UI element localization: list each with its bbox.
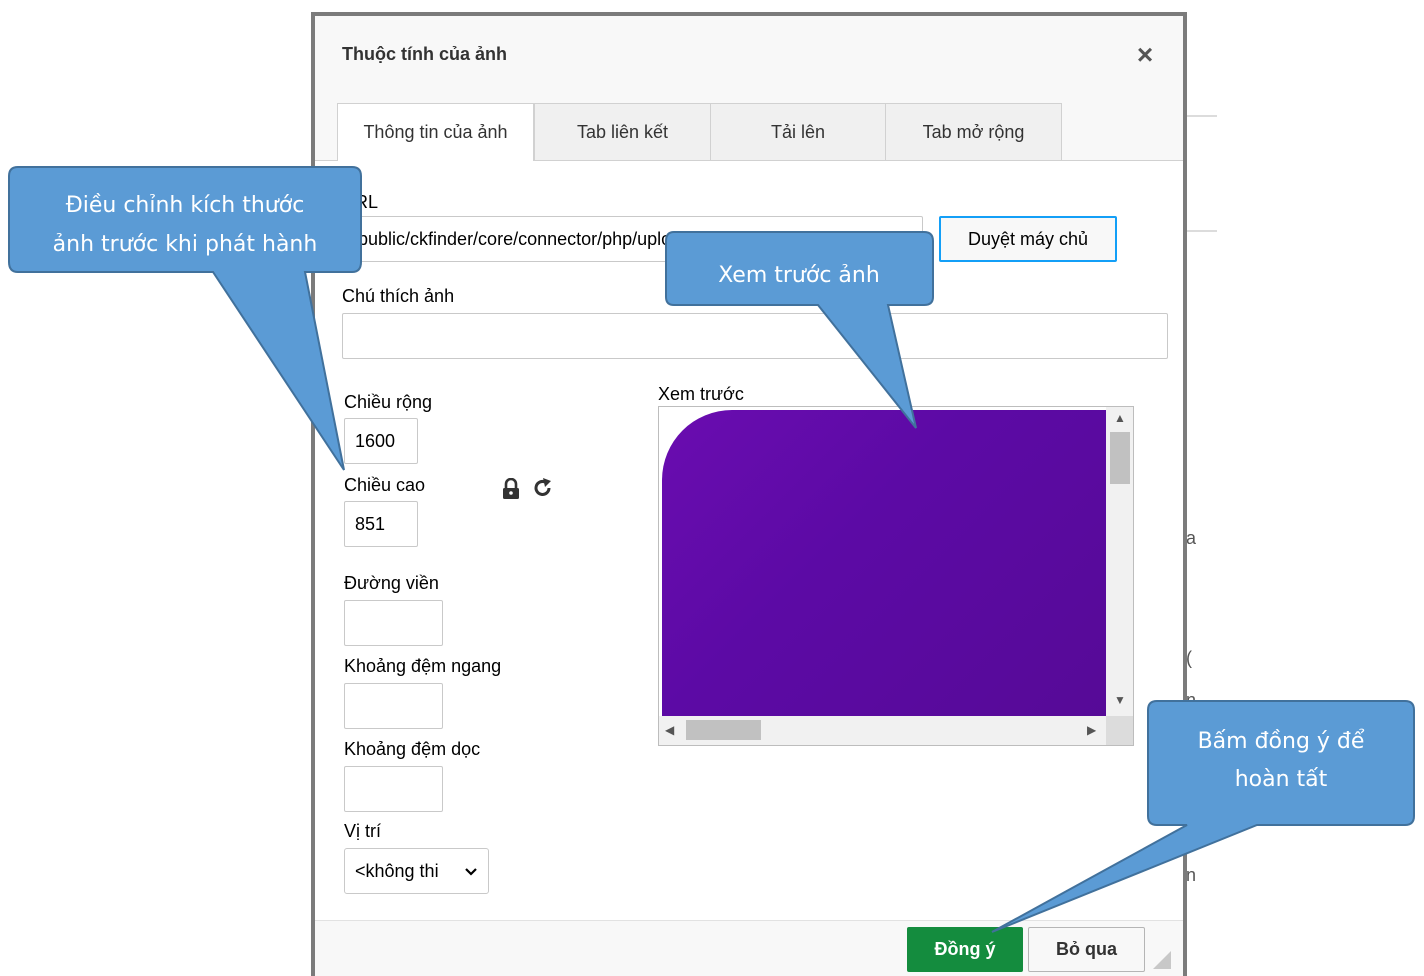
callout-confirm-line2: hoàn tất [1235, 767, 1328, 792]
url-input[interactable]: public/ckfinder/core/connector/php/uploa… [342, 216, 923, 262]
tab-upload[interactable]: Tải lên [710, 103, 886, 160]
callout-resize-line1: Điều chỉnh kích thước [66, 193, 305, 218]
chevron-down-icon [465, 868, 477, 876]
lock-icon[interactable] [501, 478, 521, 500]
preview-label: Xem trước [658, 384, 744, 404]
dialog-header: Thuộc tính của ảnh × [315, 16, 1183, 91]
cancel-button[interactable]: Bỏ qua [1028, 927, 1145, 972]
dialog-title: Thuộc tính của ảnh [342, 44, 507, 64]
background-divider-1 [1187, 115, 1217, 117]
scroll-down-icon[interactable]: ▼ [1114, 694, 1126, 706]
hspace-label: Khoảng đệm ngang [344, 656, 502, 676]
background-text-fragment: n [1186, 690, 1197, 710]
preview-horizontal-scrollbar[interactable]: ◀ ▶ [659, 716, 1107, 745]
border-input[interactable] [344, 600, 443, 646]
background-divider-2 [1187, 230, 1217, 232]
callout-confirm-line1: Bấm đồng ý để [1198, 729, 1365, 754]
caption-input[interactable] [342, 313, 1168, 359]
callout-resize: Điều chỉnh kích thước ảnh trước khi phát… [8, 166, 362, 471]
tab-image-info[interactable]: Thông tin của ảnh [337, 103, 534, 161]
scroll-right-icon[interactable]: ▶ [1087, 724, 1096, 736]
url-label: URL [342, 192, 379, 212]
hspace-input[interactable] [344, 683, 443, 729]
background-text-fragment: n [1186, 865, 1197, 885]
callout-resize-line2: ảnh trước khi phát hành [53, 232, 318, 257]
align-label: Vị trí [344, 821, 382, 841]
image-properties-dialog: Thuộc tính của ảnh × Thông tin của ảnh T… [311, 12, 1187, 976]
height-label: Chiều cao [344, 475, 426, 495]
align-select[interactable]: <không thi [344, 848, 489, 894]
horizontal-scroll-thumb[interactable] [686, 720, 761, 740]
tab-bar: Thông tin của ảnh Tab liên kết Tải lên T… [315, 90, 1183, 161]
tab-advanced[interactable]: Tab mở rộng [885, 103, 1062, 160]
resize-grip-icon[interactable] [1153, 951, 1171, 969]
align-select-value: <không thi [355, 860, 439, 881]
image-preview: ▲ ▼ ◀ ▶ [658, 406, 1134, 746]
scroll-corner [1106, 716, 1133, 745]
tab-link[interactable]: Tab liên kết [534, 103, 711, 160]
vspace-label: Khoảng đệm dọc [344, 739, 481, 759]
close-icon[interactable]: × [1132, 41, 1158, 69]
vspace-input[interactable] [344, 766, 443, 812]
preview-vertical-scrollbar[interactable]: ▲ ▼ [1106, 407, 1133, 717]
width-input[interactable]: 1600 [344, 418, 418, 464]
height-input[interactable]: 851 [344, 501, 418, 547]
border-label: Đường viền [344, 573, 439, 593]
scroll-up-icon[interactable]: ▲ [1114, 412, 1126, 424]
vertical-scroll-thumb[interactable] [1110, 432, 1130, 484]
browse-server-button[interactable]: Duyệt máy chủ [939, 216, 1117, 262]
caption-label: Chú thích ảnh [342, 286, 455, 306]
ok-button[interactable]: Đồng ý [907, 927, 1023, 972]
preview-image [662, 410, 1133, 716]
width-label: Chiều rộng [344, 392, 433, 412]
scroll-left-icon[interactable]: ◀ [665, 724, 674, 736]
reset-size-icon[interactable] [532, 477, 554, 499]
background-text-fragment: a [1186, 528, 1197, 548]
